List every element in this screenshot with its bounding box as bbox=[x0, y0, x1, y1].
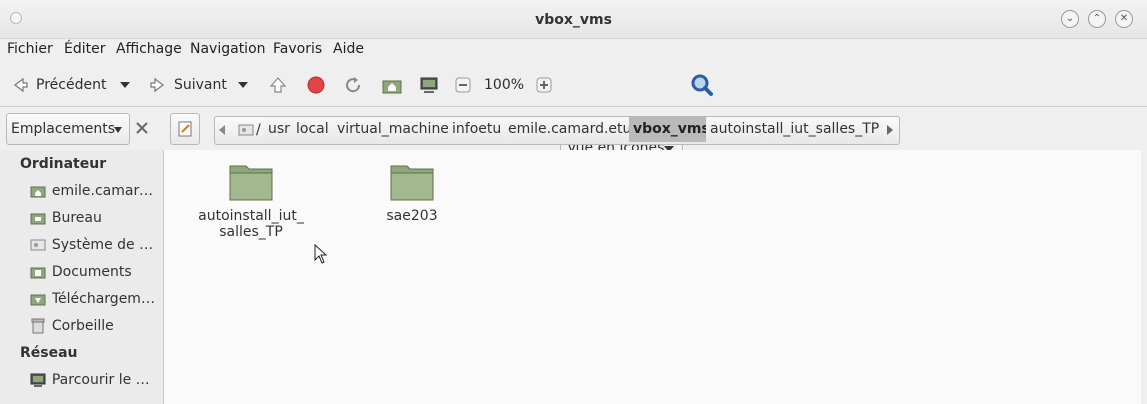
toolbar: Précédent Suivant 100% Vue en icônes bbox=[0, 64, 1147, 165]
sidebar-item-label: Documents bbox=[51, 264, 132, 280]
sidebar-item-label: Téléchargements bbox=[51, 291, 155, 307]
up-arrow-icon bbox=[269, 77, 287, 93]
menu-bar: Fichier Éditer Affichage Navigation Favo… bbox=[0, 38, 1147, 62]
toolbar-divider bbox=[0, 106, 1147, 107]
breadcrumb-local[interactable]: local bbox=[292, 117, 334, 142]
sidebar-item-label: Bureau bbox=[51, 210, 102, 226]
home-button[interactable] bbox=[381, 71, 403, 99]
sidebar-item-trash[interactable]: Corbeille bbox=[30, 315, 155, 337]
breadcrumb-emile-camard-etu[interactable]: emile.camard.etu bbox=[504, 117, 637, 142]
back-history-dropdown[interactable] bbox=[118, 71, 132, 99]
home-folder-icon bbox=[30, 186, 46, 198]
close-icon bbox=[136, 122, 148, 134]
desktop-folder-icon bbox=[30, 213, 46, 225]
zoom-in-icon bbox=[536, 77, 552, 93]
downloads-folder-icon bbox=[30, 294, 46, 306]
forward-arrow-icon bbox=[150, 77, 164, 93]
chevron-left-icon bbox=[219, 125, 225, 135]
places-label: Emplacements bbox=[11, 121, 116, 137]
stop-button[interactable] bbox=[306, 71, 326, 99]
documents-folder-icon bbox=[30, 267, 46, 279]
folder-icon bbox=[390, 165, 434, 201]
breadcrumb-root-label: / bbox=[256, 121, 261, 138]
reload-icon bbox=[346, 77, 361, 93]
sidebar-item-label: emile.camard.etu bbox=[51, 183, 155, 199]
chevron-down-icon bbox=[114, 127, 122, 133]
breadcrumb-root[interactable]: / bbox=[238, 117, 261, 142]
zoom-in-button[interactable] bbox=[536, 71, 552, 99]
breadcrumb-scroll-right[interactable] bbox=[882, 117, 898, 142]
computer-button[interactable] bbox=[418, 71, 440, 99]
mouse-cursor-icon bbox=[314, 244, 328, 264]
pencil-icon bbox=[178, 121, 192, 137]
sidebar-item-documents[interactable]: Documents bbox=[30, 261, 155, 283]
drive-icon bbox=[238, 124, 254, 135]
folder-name: autoinstall_iut_ bbox=[198, 208, 304, 224]
stop-icon bbox=[307, 76, 325, 94]
menu-favoris[interactable]: Favoris bbox=[273, 41, 322, 57]
edit-location-button[interactable] bbox=[170, 113, 200, 145]
forward-button[interactable]: Suivant bbox=[148, 71, 227, 99]
folder-icon bbox=[229, 165, 273, 201]
sidebar-item-downloads[interactable]: Téléchargements bbox=[30, 288, 155, 310]
zoom-out-icon bbox=[455, 77, 471, 93]
drive-icon bbox=[30, 239, 46, 251]
sidebar: Ordinateur emile.camard.etu Bureau Systè… bbox=[0, 150, 164, 404]
file-view[interactable]: autoinstall_iut_ salles_TP sae203 bbox=[164, 150, 1141, 404]
sidebar-item-label: Corbeille bbox=[51, 318, 114, 334]
forward-label: Suivant bbox=[174, 77, 227, 93]
chevron-down-icon bbox=[238, 82, 248, 88]
zoom-level: 100% bbox=[484, 77, 525, 93]
sidebar-item-filesystem[interactable]: Système de fichiers bbox=[30, 234, 155, 256]
breadcrumb-virtual-machine[interactable]: virtual_machine bbox=[333, 117, 454, 142]
chevron-down-icon bbox=[120, 82, 130, 88]
sidebar-item-bureau[interactable]: Bureau bbox=[30, 207, 155, 229]
reload-button[interactable] bbox=[343, 71, 363, 99]
menu-affichage[interactable]: Affichage bbox=[116, 41, 182, 57]
menu-editer[interactable]: Éditer bbox=[64, 41, 105, 57]
breadcrumb-usr[interactable]: usr bbox=[264, 117, 295, 142]
trash-icon bbox=[31, 318, 45, 334]
title-bar: vbox_vms ⌄ ⌃ ✕ bbox=[0, 0, 1147, 39]
network-icon bbox=[30, 373, 46, 387]
folder-item[interactable]: autoinstall_iut_ salles_TP bbox=[196, 160, 306, 240]
folder-name: sae203 bbox=[386, 208, 438, 224]
chevron-right-icon bbox=[887, 124, 893, 135]
search-button[interactable] bbox=[690, 71, 714, 99]
parent-folder-button[interactable] bbox=[268, 71, 288, 99]
search-icon bbox=[691, 74, 713, 96]
sidebar-item-home[interactable]: emile.camard.etu bbox=[30, 180, 155, 202]
forward-history-dropdown[interactable] bbox=[236, 71, 250, 99]
breadcrumb-infoetu[interactable]: infoetu bbox=[448, 117, 507, 142]
home-folder-icon bbox=[382, 80, 402, 94]
minimize-icon[interactable]: ⌄ bbox=[1061, 10, 1079, 28]
sidebar-item-network[interactable]: Parcourir le réseau bbox=[30, 369, 155, 391]
computer-icon bbox=[420, 77, 438, 93]
sidebar-section-ordinateur: Ordinateur bbox=[20, 156, 107, 172]
breadcrumb-scroll-left[interactable] bbox=[218, 124, 226, 140]
window-title: vbox_vms bbox=[535, 12, 612, 28]
places-select[interactable]: Emplacements bbox=[6, 113, 130, 145]
zoom-out-button[interactable] bbox=[455, 71, 471, 99]
back-button[interactable]: Précédent bbox=[10, 71, 106, 99]
close-sidebar-button[interactable] bbox=[134, 120, 150, 140]
close-icon[interactable]: ✕ bbox=[1115, 10, 1133, 28]
folder-name-cont: salles_TP bbox=[219, 224, 283, 240]
menu-fichier[interactable]: Fichier bbox=[7, 41, 53, 57]
sidebar-item-label: Parcourir le réseau bbox=[51, 372, 155, 388]
back-arrow-icon bbox=[14, 77, 28, 93]
maximize-icon[interactable]: ⌃ bbox=[1088, 10, 1106, 28]
sidebar-section-reseau: Réseau bbox=[20, 345, 78, 361]
sidebar-item-label: Système de fichiers bbox=[51, 237, 155, 253]
menu-aide[interactable]: Aide bbox=[333, 41, 364, 57]
folder-item[interactable]: sae203 bbox=[357, 160, 467, 224]
breadcrumb-vbox-vms[interactable]: vbox_vms bbox=[629, 117, 715, 142]
back-label: Précédent bbox=[36, 77, 107, 93]
menu-navigation[interactable]: Navigation bbox=[190, 41, 266, 57]
breadcrumb-autoinstall[interactable]: autoinstall_iut_salles_TP bbox=[706, 117, 884, 142]
